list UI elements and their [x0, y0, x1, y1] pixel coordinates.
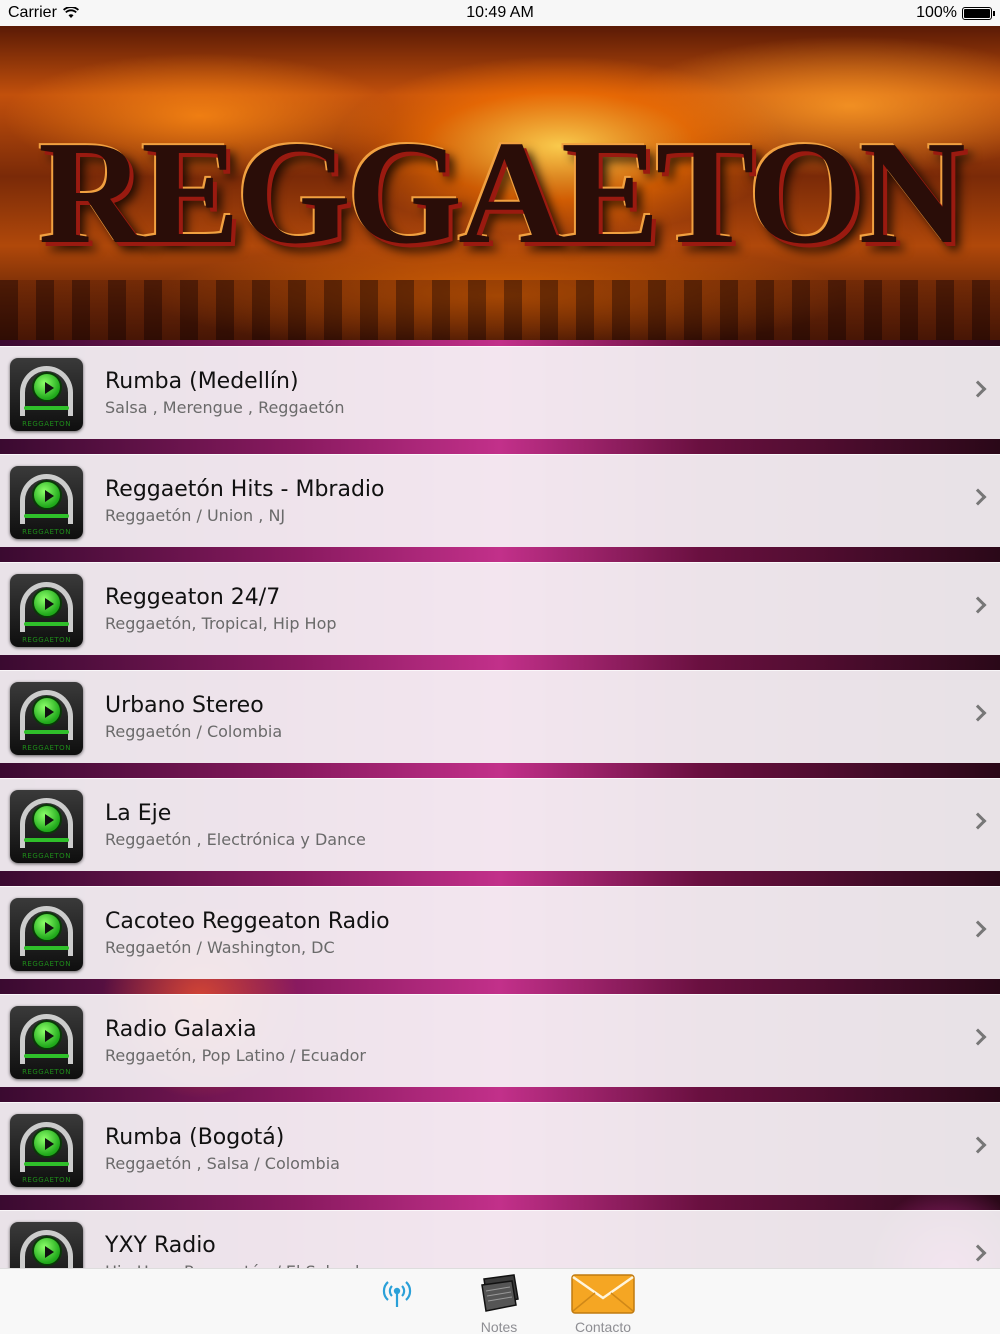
station-row[interactable]: REGGAETON Radio Galaxia Reggaetón, Pop L…	[0, 994, 1000, 1087]
station-row[interactable]: REGGAETON Rumba (Bogotá) Reggaetón , Sal…	[0, 1102, 1000, 1195]
station-logo-caption: REGGAETON	[22, 852, 71, 860]
station-logo-caption: REGGAETON	[22, 528, 71, 536]
notes-icon	[481, 1274, 519, 1312]
waveform-icon	[24, 730, 69, 734]
station-subtitle: Reggaetón , Electrónica y Dance	[105, 830, 366, 849]
tab-notes[interactable]: Notes	[449, 1269, 549, 1334]
banner-title: REGGAETON	[38, 111, 965, 275]
chevron-right-icon	[969, 704, 987, 722]
station-logo-icon: REGGAETON	[10, 574, 83, 647]
status-bar: Carrier 10:49 AM 100%	[0, 0, 1000, 26]
tab-label: Notes	[480, 1319, 518, 1334]
station-title: YXY Radio	[105, 1233, 216, 1258]
station-logo-caption: REGGAETON	[22, 744, 71, 752]
station-logo-caption: REGGAETON	[22, 960, 71, 968]
tab-label: Contacto	[574, 1319, 632, 1334]
play-icon	[32, 1128, 62, 1158]
radio-broadcast-icon	[382, 1281, 412, 1307]
waveform-icon	[24, 406, 69, 410]
chevron-right-icon	[969, 1028, 987, 1046]
chevron-right-icon	[969, 1136, 987, 1154]
station-subtitle: Reggaetón / Washington, DC	[105, 938, 335, 957]
chevron-right-icon	[969, 1244, 987, 1262]
station-row[interactable]: REGGAETON La Eje Reggaetón , Electrónica…	[0, 778, 1000, 871]
station-title: Cacoteo Reggeaton Radio	[105, 909, 390, 934]
mail-envelope-icon	[571, 1274, 635, 1314]
station-row[interactable]: REGGAETON Reggaetón Hits - Mbradio Regga…	[0, 454, 1000, 547]
station-logo-icon: REGGAETON	[10, 1114, 83, 1187]
station-row[interactable]: REGGAETON YXY Radio Hip Hop , Reggaetón …	[0, 1210, 1000, 1268]
waveform-icon	[24, 946, 69, 950]
chevron-right-icon	[969, 488, 987, 506]
banner-floor	[0, 280, 1000, 340]
play-icon	[32, 372, 62, 402]
header-banner: REGGAETON	[0, 26, 1000, 340]
tab-contacto[interactable]: Contacto	[553, 1269, 653, 1334]
station-title: La Eje	[105, 801, 172, 826]
station-logo-icon: REGGAETON	[10, 682, 83, 755]
station-title: Rumba (Bogotá)	[105, 1125, 285, 1150]
station-subtitle: Salsa , Merengue , Reggaetón	[105, 398, 345, 417]
station-logo-caption: REGGAETON	[22, 420, 71, 428]
battery-level	[964, 8, 990, 18]
station-logo-caption: REGGAETON	[22, 1176, 71, 1184]
station-subtitle: Reggaetón , Salsa / Colombia	[105, 1154, 340, 1173]
play-icon	[32, 804, 62, 834]
station-logo-icon: REGGAETON	[10, 466, 83, 539]
station-logo-icon: REGGAETON	[10, 898, 83, 971]
station-logo-caption: REGGAETON	[22, 636, 71, 644]
tab-radio[interactable]	[346, 1269, 446, 1334]
station-title: Reggaetón Hits - Mbradio	[105, 477, 385, 502]
play-icon	[32, 696, 62, 726]
play-icon	[32, 912, 62, 942]
station-row[interactable]: REGGAETON Urbano Stereo Reggaetón / Colo…	[0, 670, 1000, 763]
station-row[interactable]: REGGAETON Reggeaton 24/7 Reggaetón, Trop…	[0, 562, 1000, 655]
chevron-right-icon	[969, 596, 987, 614]
waveform-icon	[24, 1162, 69, 1166]
station-row[interactable]: REGGAETON Cacoteo Reggeaton Radio Reggae…	[0, 886, 1000, 979]
chevron-right-icon	[969, 920, 987, 938]
chevron-right-icon	[969, 812, 987, 830]
waveform-icon	[24, 622, 69, 626]
waveform-icon	[24, 838, 69, 842]
station-row[interactable]: REGGAETON Rumba (Medellín) Salsa , Meren…	[0, 346, 1000, 439]
play-icon	[32, 480, 62, 510]
waveform-icon	[24, 1054, 69, 1058]
status-time: 10:49 AM	[466, 4, 534, 21]
status-right: 100%	[916, 4, 995, 22]
chevron-right-icon	[969, 380, 987, 398]
play-icon	[32, 588, 62, 618]
battery-percent: 100%	[916, 4, 957, 21]
station-title: Reggeaton 24/7	[105, 585, 281, 610]
station-title: Rumba (Medellín)	[105, 369, 299, 394]
station-logo-caption: REGGAETON	[22, 1068, 71, 1076]
station-subtitle: Reggaetón, Pop Latino / Ecuador	[105, 1046, 366, 1065]
station-title: Urbano Stereo	[105, 693, 264, 718]
tab-bar: Notes Contacto	[0, 1268, 1000, 1334]
station-subtitle: Reggaetón, Tropical, Hip Hop	[105, 614, 337, 633]
station-subtitle: Reggaetón / Colombia	[105, 722, 283, 741]
play-icon	[32, 1020, 62, 1050]
station-logo-icon: REGGAETON	[10, 358, 83, 431]
station-list[interactable]: REGGAETON Rumba (Medellín) Salsa , Meren…	[0, 340, 1000, 1268]
station-logo-icon: REGGAETON	[10, 1006, 83, 1079]
station-logo-icon: REGGAETON	[10, 790, 83, 863]
station-logo-icon: REGGAETON	[10, 1222, 83, 1268]
waveform-icon	[24, 514, 69, 518]
station-title: Radio Galaxia	[105, 1017, 257, 1042]
station-subtitle: Reggaetón / Union , NJ	[105, 506, 286, 525]
play-icon	[32, 1236, 62, 1266]
battery-icon	[962, 6, 995, 20]
